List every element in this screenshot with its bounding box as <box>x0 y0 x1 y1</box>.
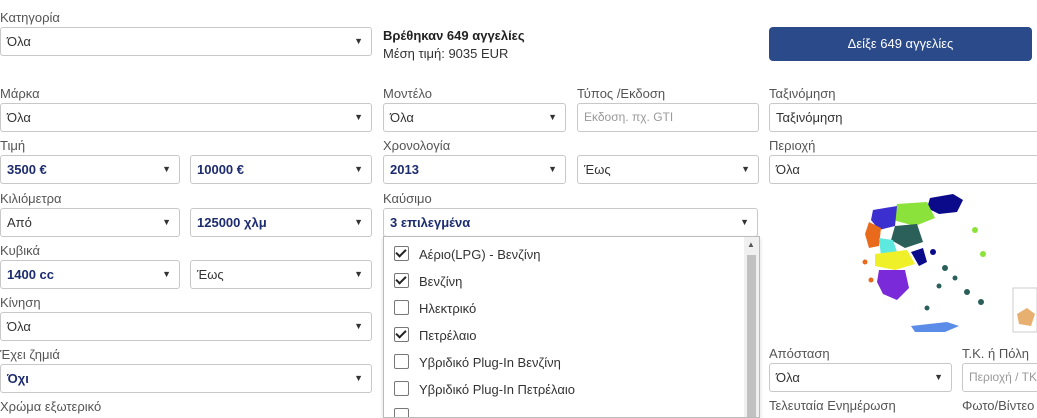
results-count: Βρέθηκαν 649 αγγελίες <box>383 28 525 43</box>
chevron-down-icon: ▼ <box>354 112 363 122</box>
sort-select[interactable]: Ταξινόμηση <box>769 103 1037 132</box>
fuel-option-label: Ηλεκτρικό <box>419 301 477 316</box>
checkbox-checked-icon[interactable] <box>394 327 409 342</box>
category-label: Κατηγορία <box>0 10 60 25</box>
cc-from-value: 1400 cc <box>7 267 54 282</box>
chevron-down-icon: ▼ <box>354 36 363 46</box>
area-label: Περιοχή <box>769 138 816 153</box>
km-to-value: 125000 χλμ <box>197 215 267 230</box>
cc-to-select[interactable]: Έως ▼ <box>190 260 372 289</box>
fuel-option-label: Βενζίνη <box>419 274 463 289</box>
year-from-value: 2013 <box>390 162 419 177</box>
fuel-value: 3 επιλεγμένα <box>390 215 471 230</box>
greece-map[interactable] <box>835 190 1037 340</box>
area-select[interactable]: Όλα <box>769 155 1037 184</box>
chevron-down-icon: ▼ <box>354 217 363 227</box>
fuel-dropdown-list[interactable]: Αέριο(LPG) - Βενζίνη Βενζίνη Ηλεκτρικό Π… <box>383 236 760 418</box>
price-label: Τιμή <box>0 138 26 153</box>
checkbox-icon[interactable] <box>394 300 409 315</box>
price-from-value: 3500 € <box>7 162 47 177</box>
category-select[interactable]: Όλα ▼ <box>0 27 372 56</box>
fuel-option[interactable]: Υβριδικό Plug-In Πετρέλαιο <box>394 380 575 400</box>
cc-label: Κυβικά <box>0 243 41 258</box>
drive-label: Κίνηση <box>0 295 41 310</box>
model-label: Μοντέλο <box>383 86 433 101</box>
checkbox-checked-icon[interactable] <box>394 273 409 288</box>
map-region-central[interactable] <box>891 224 923 248</box>
chevron-down-icon: ▼ <box>162 217 171 227</box>
distance-label: Απόσταση <box>769 346 830 361</box>
fuel-option-label: Πετρέλαιο <box>419 328 477 343</box>
show-results-button[interactable]: Δείξε 649 αγγελίες <box>769 27 1032 61</box>
map-region-thrace[interactable] <box>927 194 963 214</box>
km-label: Κιλιόμετρα <box>0 191 62 206</box>
scrollbar[interactable]: ▲ <box>744 237 759 417</box>
model-select[interactable]: Όλα ▼ <box>383 103 566 132</box>
km-from-value: Από <box>7 215 32 230</box>
average-price: Μέση τιμή: 9035 EUR <box>383 46 509 61</box>
type-label: Τύπος /Εκδοση <box>577 86 666 101</box>
fuel-option-label: Αέριο(LPG) - Βενζίνη <box>419 247 541 262</box>
distance-select[interactable]: Όλα ▼ <box>769 363 952 392</box>
scroll-up-icon[interactable]: ▲ <box>747 240 755 249</box>
fuel-select[interactable]: 3 επιλεγμένα ▼ <box>383 208 758 237</box>
map-region-crete[interactable] <box>911 322 959 332</box>
chevron-down-icon: ▼ <box>162 269 171 279</box>
map-region-macedonia-east[interactable] <box>893 202 935 226</box>
drive-value: Όλα <box>7 319 31 334</box>
damage-label: Έχει ζημιά <box>0 347 60 362</box>
chevron-down-icon: ▼ <box>740 217 749 227</box>
checkbox-icon[interactable] <box>394 381 409 396</box>
color-label: Χρώμα εξωτερικό <box>0 399 102 414</box>
chevron-down-icon: ▼ <box>162 164 171 174</box>
km-from-select[interactable]: Από ▼ <box>0 208 180 237</box>
damage-select[interactable]: Όχι ▼ <box>0 364 372 393</box>
checkbox-checked-icon[interactable] <box>394 246 409 261</box>
category-value: Όλα <box>7 34 31 49</box>
fuel-option[interactable]: Βενζίνη <box>394 272 462 292</box>
year-label: Χρονολογία <box>383 138 451 153</box>
price-to-select[interactable]: 10000 € ▼ <box>190 155 372 184</box>
year-to-select[interactable]: Έως ▼ <box>577 155 759 184</box>
fuel-option[interactable]: Ηλεκτρικό <box>394 299 476 319</box>
fuel-option-label: Υβριδικό Plug-In Βενζίνη <box>419 355 561 370</box>
checkbox-icon[interactable] <box>394 354 409 369</box>
price-from-select[interactable]: 3500 € ▼ <box>0 155 180 184</box>
chevron-down-icon: ▼ <box>934 372 943 382</box>
fuel-option[interactable]: Πετρέλαιο <box>394 326 476 346</box>
fuel-option-label: Υβριδικό Plug-In Πετρέλαιο <box>419 382 575 397</box>
fuel-option[interactable]: Υβριδικό Plug-In Βενζίνη <box>394 353 561 373</box>
chevron-down-icon: ▼ <box>741 164 750 174</box>
fuel-label: Καύσιμο <box>383 191 432 206</box>
km-to-select[interactable]: 125000 χλμ ▼ <box>190 208 372 237</box>
chevron-down-icon: ▼ <box>354 321 363 331</box>
fuel-option[interactable] <box>394 407 419 417</box>
distance-value: Όλα <box>776 370 800 385</box>
drive-select[interactable]: Όλα ▼ <box>0 312 372 341</box>
cc-to-value: Έως <box>197 267 224 282</box>
brand-value: Όλα <box>7 110 31 125</box>
cc-from-select[interactable]: 1400 cc ▼ <box>0 260 180 289</box>
price-to-value: 10000 € <box>197 162 244 177</box>
checkbox-icon[interactable] <box>394 408 409 417</box>
chevron-down-icon: ▼ <box>354 164 363 174</box>
map-region-peloponnese[interactable] <box>877 270 909 300</box>
chevron-down-icon: ▼ <box>354 373 363 383</box>
chevron-down-icon: ▼ <box>354 269 363 279</box>
postcode-input[interactable]: Περιοχή / ΤΚ <box>962 363 1037 392</box>
brand-select[interactable]: Όλα ▼ <box>0 103 372 132</box>
sort-label: Ταξινόμηση <box>769 86 836 101</box>
brand-label: Μάρκα <box>0 86 40 101</box>
chevron-down-icon: ▼ <box>548 164 557 174</box>
fuel-option[interactable]: Αέριο(LPG) - Βενζίνη <box>394 245 541 265</box>
model-value: Όλα <box>390 110 414 125</box>
damage-value: Όχι <box>7 371 29 386</box>
postcode-label: Τ.Κ. ή Πόλη <box>962 346 1029 361</box>
scrollbar-thumb[interactable] <box>747 255 756 417</box>
type-input[interactable]: Εκδοση. πχ. GTI <box>577 103 759 132</box>
year-from-select[interactable]: 2013 ▼ <box>383 155 566 184</box>
chevron-down-icon: ▼ <box>548 112 557 122</box>
year-to-value: Έως <box>584 162 611 177</box>
